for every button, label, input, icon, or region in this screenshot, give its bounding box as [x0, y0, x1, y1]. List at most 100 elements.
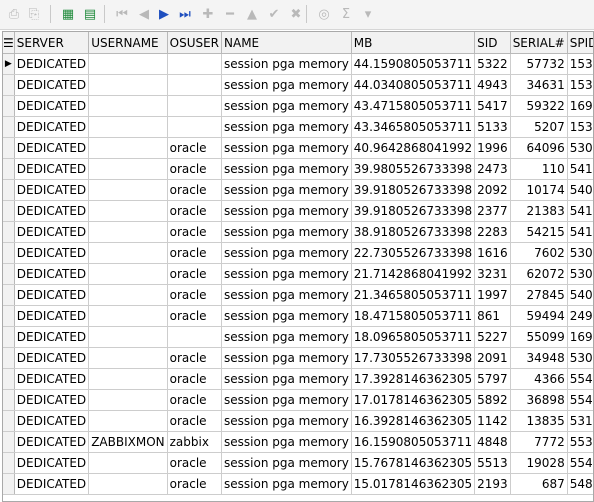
serial-cell[interactable]: 7772	[510, 431, 568, 453]
row-indicator[interactable]	[3, 326, 15, 348]
row-indicator[interactable]	[3, 431, 15, 453]
username-cell[interactable]	[88, 473, 168, 495]
table-row[interactable]: DEDICATED oracle session pga memory 15.7678…	[3, 452, 593, 474]
table-row[interactable]: DEDICATED oracle session pga memory 18.4715…	[3, 305, 593, 327]
row-indicator[interactable]	[3, 473, 15, 495]
osuser-cell[interactable]: oracle	[167, 410, 223, 432]
table-row[interactable]: DEDICATED oracle session pga memory 16.3928…	[3, 410, 593, 432]
sid-cell[interactable]: 5133	[474, 116, 511, 138]
sid-cell[interactable]: 2473	[474, 158, 511, 180]
name-cell[interactable]: session pga memory	[221, 263, 352, 285]
spid-cell[interactable]: 2490	[567, 305, 593, 327]
spid-cell[interactable]: 16910	[567, 326, 593, 348]
osuser-cell[interactable]	[167, 53, 223, 75]
serial-cell[interactable]: 4366	[510, 368, 568, 390]
spid-cell[interactable]: 15311	[567, 116, 593, 138]
row-indicator[interactable]	[3, 179, 15, 201]
mb-cell[interactable]: 39.9180526733398	[351, 200, 476, 222]
mb-cell[interactable]: 16.3928146362305	[351, 410, 476, 432]
username-cell[interactable]	[88, 389, 168, 411]
table-row[interactable]: DEDICATED session pga memory 18.0965805053…	[3, 326, 593, 348]
mb-cell[interactable]: 18.4715805053711	[351, 305, 476, 327]
osuser-cell[interactable]: oracle	[167, 158, 223, 180]
row-indicator[interactable]	[3, 305, 15, 327]
print-icon[interactable]: ⎙	[4, 4, 24, 24]
sid-cell[interactable]: 4848	[474, 431, 511, 453]
serial-cell[interactable]: 687	[510, 473, 568, 495]
serial-cell[interactable]: 34631	[510, 74, 568, 96]
serial-cell[interactable]: 13835	[510, 410, 568, 432]
sid-cell[interactable]: 2193	[474, 473, 511, 495]
table-row[interactable]: DEDICATED oracle session pga memory 21.7142…	[3, 263, 593, 285]
table-row[interactable]: DEDICATED oracle session pga memory 22.7305…	[3, 242, 593, 264]
row-indicator[interactable]	[3, 242, 15, 264]
server-cell[interactable]: DEDICATED	[14, 116, 90, 138]
username-cell[interactable]	[88, 158, 168, 180]
current-row-indicator-icon[interactable]: ▶	[3, 53, 15, 75]
table-row[interactable]: DEDICATED oracle session pga memory 39.9805…	[3, 158, 593, 180]
mb-cell[interactable]: 17.7305526733398	[351, 347, 476, 369]
serial-cell[interactable]: 10174	[510, 179, 568, 201]
table-row[interactable]: DEDICATED oracle session pga memory 17.0178…	[3, 389, 593, 411]
name-cell[interactable]: session pga memory	[221, 242, 352, 264]
osuser-cell[interactable]	[167, 74, 223, 96]
spid-cell[interactable]: 53182	[567, 410, 593, 432]
sid-cell[interactable]: 2377	[474, 200, 511, 222]
server-cell[interactable]: DEDICATED	[14, 431, 90, 453]
name-cell[interactable]: session pga memory	[221, 179, 352, 201]
column-header-mb[interactable]: MB	[351, 32, 476, 54]
username-cell[interactable]	[88, 410, 168, 432]
table-row[interactable]: DEDICATED oracle session pga memory 38.9180…	[3, 221, 593, 243]
name-cell[interactable]: session pga memory	[221, 326, 352, 348]
server-cell[interactable]: DEDICATED	[14, 347, 90, 369]
server-cell[interactable]: DEDICATED	[14, 452, 90, 474]
row-indicator[interactable]	[3, 158, 15, 180]
name-cell[interactable]: session pga memory	[221, 347, 352, 369]
last-record-icon[interactable]: ⏭	[175, 4, 195, 24]
serial-cell[interactable]: 55099	[510, 326, 568, 348]
table-row[interactable]: DEDICATED session pga memory 43.4715805053…	[3, 95, 593, 117]
column-header-sid[interactable]: SID	[474, 32, 511, 54]
delete-record-icon[interactable]: ━	[220, 4, 240, 24]
username-cell[interactable]	[88, 263, 168, 285]
serial-cell[interactable]: 21383	[510, 200, 568, 222]
print-preview-icon[interactable]: ⎘	[24, 4, 44, 24]
username-cell[interactable]	[88, 326, 168, 348]
server-cell[interactable]: DEDICATED	[14, 263, 90, 285]
name-cell[interactable]: session pga memory	[221, 410, 352, 432]
sid-cell[interactable]: 2283	[474, 221, 511, 243]
spid-cell[interactable]: 15309	[567, 53, 593, 75]
osuser-cell[interactable]: oracle	[167, 347, 223, 369]
name-cell[interactable]: session pga memory	[221, 284, 352, 306]
serial-cell[interactable]: 59322	[510, 95, 568, 117]
sum-icon[interactable]: Σ	[336, 4, 356, 24]
table-row[interactable]: DEDICATED ZABBIXMON zabbix session pga memo…	[3, 431, 593, 453]
spid-cell[interactable]: 54095	[567, 284, 593, 306]
name-cell[interactable]: session pga memory	[221, 221, 352, 243]
name-cell[interactable]: session pga memory	[221, 158, 352, 180]
sid-cell[interactable]: 861	[474, 305, 511, 327]
name-cell[interactable]: session pga memory	[221, 116, 352, 138]
mb-cell[interactable]: 21.7142868041992	[351, 263, 476, 285]
row-indicator[interactable]	[3, 452, 15, 474]
mb-cell[interactable]: 43.3465805053711	[351, 116, 476, 138]
username-cell[interactable]	[88, 53, 168, 75]
spid-cell[interactable]: 54106	[567, 158, 593, 180]
osuser-cell[interactable]: oracle	[167, 242, 223, 264]
server-cell[interactable]: DEDICATED	[14, 242, 90, 264]
server-cell[interactable]: DEDICATED	[14, 95, 90, 117]
serial-cell[interactable]: 62072	[510, 263, 568, 285]
sid-cell[interactable]: 1616	[474, 242, 511, 264]
username-cell[interactable]	[88, 284, 168, 306]
osuser-cell[interactable]: oracle	[167, 221, 223, 243]
name-cell[interactable]: session pga memory	[221, 137, 352, 159]
spid-cell[interactable]: 53033	[567, 137, 593, 159]
mb-cell[interactable]: 18.0965805053711	[351, 326, 476, 348]
mb-cell[interactable]: 16.1590805053711	[351, 431, 476, 453]
spid-cell[interactable]: 54098	[567, 179, 593, 201]
server-cell[interactable]: DEDICATED	[14, 410, 90, 432]
username-cell[interactable]	[88, 137, 168, 159]
row-indicator[interactable]	[3, 200, 15, 222]
username-cell[interactable]	[88, 368, 168, 390]
spid-cell[interactable]: 55442	[567, 452, 593, 474]
